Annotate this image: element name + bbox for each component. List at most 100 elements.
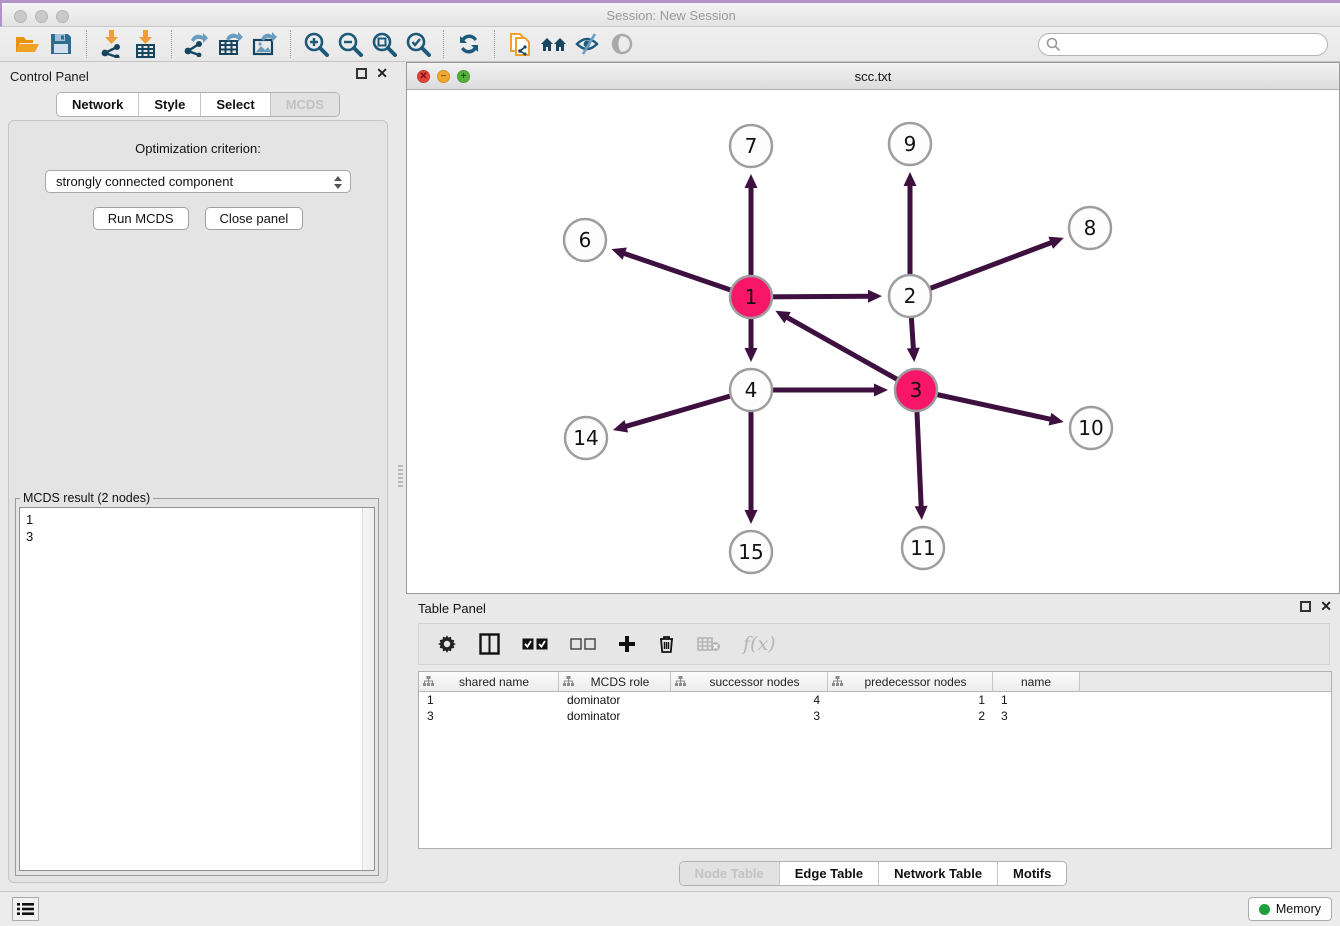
hierarchy-icon bbox=[423, 676, 434, 687]
zoom-selected-icon[interactable] bbox=[401, 29, 435, 59]
edge-arrow-icon bbox=[745, 174, 758, 188]
table-settings-gear-icon[interactable] bbox=[437, 634, 457, 654]
mcds-result-text: 1 3 bbox=[20, 508, 374, 548]
edge-arrow-icon bbox=[915, 506, 928, 520]
cell-name[interactable]: 3 bbox=[993, 709, 1080, 723]
table-row[interactable]: 3dominator323 bbox=[419, 708, 1331, 724]
import-network-icon[interactable] bbox=[95, 29, 129, 59]
network-canvas[interactable]: 7968124314101511 bbox=[407, 90, 1339, 593]
tab-motifs[interactable]: Motifs bbox=[998, 862, 1066, 885]
refresh-icon[interactable] bbox=[452, 29, 486, 59]
cell-successor-nodes[interactable]: 3 bbox=[671, 709, 828, 723]
tab-style[interactable]: Style bbox=[139, 93, 201, 116]
toolbar-separator bbox=[290, 30, 291, 58]
cell-shared-name[interactable]: 1 bbox=[419, 693, 559, 707]
edge-arrow-icon bbox=[868, 290, 882, 303]
edge-arrow-icon bbox=[907, 348, 920, 362]
tab-select[interactable]: Select bbox=[201, 93, 270, 116]
cell-name[interactable]: 1 bbox=[993, 693, 1080, 707]
table-header-row: shared name MCDS role successor nodes prede… bbox=[419, 672, 1331, 692]
clone-network-icon[interactable] bbox=[503, 29, 537, 59]
export-network-icon[interactable] bbox=[180, 29, 214, 59]
mcds-result-title: MCDS result (2 nodes) bbox=[20, 491, 153, 505]
cell-predecessor-nodes[interactable]: 2 bbox=[828, 709, 993, 723]
tab-edge-table[interactable]: Edge Table bbox=[780, 862, 879, 885]
toolbar-separator bbox=[171, 30, 172, 58]
cell-successor-nodes[interactable]: 4 bbox=[671, 693, 828, 707]
graph-edge-3-1[interactable] bbox=[786, 317, 916, 390]
task-history-button[interactable] bbox=[12, 897, 39, 921]
table-panel-title: Table Panel bbox=[418, 601, 486, 616]
network-window-titlebar[interactable]: ✕ − + scc.txt bbox=[407, 63, 1339, 90]
optimization-criterion-select[interactable]: strongly connected component bbox=[45, 170, 351, 193]
status-bar: Memory bbox=[0, 891, 1340, 926]
optimization-criterion-label: Optimization criterion: bbox=[9, 141, 387, 156]
delete-table-disabled-icon bbox=[697, 636, 721, 652]
table-tabs: Node TableEdge TableNetwork TableMotifs bbox=[406, 861, 1340, 886]
float-panel-icon[interactable] bbox=[356, 68, 367, 79]
export-table-icon[interactable] bbox=[214, 29, 248, 59]
close-panel-button[interactable]: Close panel bbox=[205, 207, 304, 230]
open-file-icon[interactable] bbox=[10, 29, 44, 59]
select-chevrons-icon bbox=[333, 175, 343, 190]
control-panel-title: Control Panel bbox=[10, 69, 89, 84]
memory-status-icon bbox=[1259, 904, 1270, 915]
column-header-name[interactable]: name bbox=[993, 672, 1080, 691]
column-header-predecessor-nodes[interactable]: predecessor nodes bbox=[828, 672, 993, 691]
result-scrollbar[interactable] bbox=[362, 508, 374, 870]
show-hide-style-icon[interactable] bbox=[571, 29, 605, 59]
add-column-icon[interactable] bbox=[618, 635, 636, 653]
graph-node-label-8: 8 bbox=[1084, 216, 1097, 240]
search-input[interactable] bbox=[1038, 33, 1328, 56]
table-panel: Table Panel ✕ f(x) shared nameMCDS rol bbox=[406, 595, 1340, 891]
toolbar-separator bbox=[494, 30, 495, 58]
tab-network[interactable]: Network bbox=[57, 93, 139, 116]
column-header-label: predecessor nodes bbox=[843, 675, 988, 689]
tab-network-table[interactable]: Network Table bbox=[879, 862, 998, 885]
tab-mcds[interactable]: MCDS bbox=[271, 93, 339, 116]
zoom-fit-icon[interactable] bbox=[367, 29, 401, 59]
column-header-label: MCDS role bbox=[574, 675, 666, 689]
column-header-label: name bbox=[997, 675, 1075, 689]
run-mcds-button[interactable]: Run MCDS bbox=[93, 207, 189, 230]
edge-arrow-icon bbox=[904, 172, 917, 186]
header-filler bbox=[1080, 672, 1331, 691]
graph-edge-2-8[interactable] bbox=[910, 242, 1053, 296]
export-image-icon[interactable] bbox=[248, 29, 282, 59]
app-title: Session: New Session bbox=[2, 8, 1340, 23]
cell-shared-name[interactable]: 3 bbox=[419, 709, 559, 723]
table-body: 1dominator4113dominator323 bbox=[419, 692, 1331, 724]
save-session-icon[interactable] bbox=[44, 29, 78, 59]
graph-node-label-11: 11 bbox=[910, 536, 935, 560]
table-row[interactable]: 1dominator411 bbox=[419, 692, 1331, 708]
hierarchy-icon bbox=[675, 676, 686, 687]
graph-node-label-15: 15 bbox=[738, 540, 763, 564]
zoom-in-icon[interactable] bbox=[299, 29, 333, 59]
tab-node-table[interactable]: Node Table bbox=[680, 862, 780, 885]
select-all-columns-icon[interactable] bbox=[522, 638, 548, 651]
column-header-successor-nodes[interactable]: successor nodes bbox=[671, 672, 828, 691]
cell-MCDS-role[interactable]: dominator bbox=[559, 693, 671, 707]
hierarchy-icon bbox=[563, 676, 574, 687]
panel-divider[interactable] bbox=[396, 62, 406, 891]
split-panel-icon[interactable] bbox=[479, 633, 500, 655]
close-panel-icon[interactable]: ✕ bbox=[376, 68, 388, 79]
cell-MCDS-role[interactable]: dominator bbox=[559, 709, 671, 723]
column-header-shared-name[interactable]: shared name bbox=[419, 672, 559, 691]
mcds-result-box[interactable]: 1 3 bbox=[19, 507, 375, 871]
first-neighbors-icon[interactable] bbox=[537, 29, 571, 59]
graph-node-label-10: 10 bbox=[1078, 416, 1103, 440]
column-header-MCDS-role[interactable]: MCDS role bbox=[559, 672, 671, 691]
cell-predecessor-nodes[interactable]: 1 bbox=[828, 693, 993, 707]
edge-arrow-icon bbox=[1049, 413, 1064, 426]
edge-arrow-icon bbox=[745, 510, 758, 524]
deselect-all-columns-icon[interactable] bbox=[570, 638, 596, 651]
close-table-panel-icon[interactable]: ✕ bbox=[1320, 601, 1332, 612]
memory-button[interactable]: Memory bbox=[1248, 897, 1332, 921]
float-table-panel-icon[interactable] bbox=[1300, 601, 1311, 612]
zoom-out-icon[interactable] bbox=[333, 29, 367, 59]
main-toolbar bbox=[0, 27, 1340, 62]
divider-grip-icon[interactable] bbox=[398, 465, 403, 487]
import-table-icon[interactable] bbox=[129, 29, 163, 59]
delete-column-icon[interactable] bbox=[658, 634, 675, 654]
